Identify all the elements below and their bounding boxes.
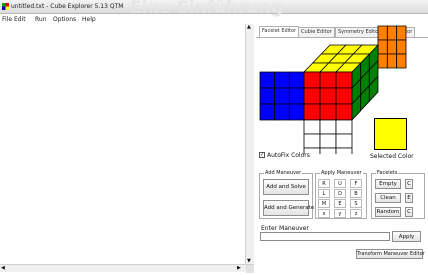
left-facelet[interactable]: [259, 103, 276, 121]
front-facelet[interactable]: [335, 87, 353, 105]
selected-color-label: Selected Color: [370, 153, 414, 160]
menu-bar: File Edit Run Options Help: [0, 14, 250, 24]
back-face-orange[interactable]: [377, 25, 407, 69]
apply-maneuver-group: Apply Maneuver R U F L D B M E S x y z: [315, 170, 367, 219]
move-s-button[interactable]: S: [350, 199, 362, 208]
maneuver-text-editor[interactable]: [0, 24, 246, 264]
add-and-generate-button[interactable]: Add and Generate: [263, 200, 314, 216]
menu-help[interactable]: Help: [82, 16, 96, 23]
down-facelet[interactable]: [319, 119, 337, 135]
facelets-label: Facelets: [376, 170, 399, 176]
front-facelet[interactable]: [303, 71, 321, 89]
move-m-button[interactable]: M: [318, 199, 330, 208]
move-x-button[interactable]: x: [318, 209, 330, 218]
empty-button[interactable]: Empty: [375, 179, 401, 189]
back-facelet[interactable]: [396, 25, 407, 41]
left-facelet[interactable]: [274, 103, 290, 121]
clean-button[interactable]: Clean: [375, 193, 401, 203]
facelet-c-button[interactable]: C: [405, 179, 413, 189]
front-face-red[interactable]: [303, 71, 353, 121]
title-bar: Eine Einführung untitled.txt - Cube Expl…: [0, 0, 428, 18]
move-u-button[interactable]: U: [334, 179, 346, 188]
cube-app-icon: [2, 3, 9, 10]
add-maneuver-label: Add Maneuver: [264, 170, 303, 176]
back-facelet[interactable]: [386, 25, 398, 41]
front-facelet[interactable]: [335, 71, 353, 89]
left-facelet[interactable]: [259, 71, 276, 89]
move-r-button[interactable]: R: [318, 179, 330, 188]
down-facelet[interactable]: [335, 119, 353, 135]
front-facelet[interactable]: [319, 87, 337, 105]
move-l-button[interactable]: L: [318, 189, 330, 198]
move-z-button[interactable]: z: [350, 209, 362, 218]
back-facelet[interactable]: [377, 53, 388, 69]
down-face-white[interactable]: [303, 119, 353, 154]
front-facelet[interactable]: [303, 103, 321, 121]
down-facelet[interactable]: [335, 147, 353, 154]
left-facelet[interactable]: [274, 71, 290, 89]
move-d-button[interactable]: D: [334, 189, 346, 198]
down-facelet[interactable]: [303, 119, 321, 135]
down-facelet[interactable]: [335, 133, 353, 149]
horizontal-scrollbar[interactable]: ◀ ▶: [0, 264, 254, 273]
facelet-editor-panel: Facelet Editor Cubie Editor Symmetry Edi…: [256, 24, 428, 275]
back-facelet[interactable]: [396, 39, 407, 55]
autofix-colors-label: AutoFix Colors: [267, 152, 310, 159]
down-facelet[interactable]: [319, 133, 337, 149]
front-facelet[interactable]: [335, 103, 353, 121]
scroll-left-icon[interactable]: ◀: [1, 265, 5, 271]
left-facelet[interactable]: [288, 103, 305, 121]
apply-maneuver-button[interactable]: Apply: [392, 231, 421, 242]
front-facelet[interactable]: [319, 103, 337, 121]
back-facelet[interactable]: [396, 53, 407, 69]
enter-maneuver-input[interactable]: [260, 232, 390, 241]
left-facelet[interactable]: [288, 71, 305, 89]
back-facelet[interactable]: [377, 39, 388, 55]
back-facelet[interactable]: [386, 39, 398, 55]
left-facelet[interactable]: [274, 87, 290, 105]
facelet-e-button[interactable]: E: [405, 193, 413, 203]
down-facelet[interactable]: [319, 147, 337, 154]
scroll-right-icon[interactable]: ▶: [237, 265, 241, 271]
enter-maneuver-label: Enter Maneuver: [261, 225, 309, 232]
facelet-c2-button[interactable]: C: [405, 207, 413, 217]
move-e-button[interactable]: E: [334, 199, 346, 208]
move-b-button[interactable]: B: [350, 189, 362, 198]
left-facelet[interactable]: [259, 87, 276, 105]
move-f-button[interactable]: F: [350, 179, 362, 188]
scroll-up-icon[interactable]: ▲: [247, 24, 251, 30]
scroll-corner: [246, 265, 254, 273]
facelets-group: Facelets Empty Clean Random C E C: [371, 170, 425, 219]
random-button[interactable]: Random: [375, 207, 401, 217]
down-facelet[interactable]: [303, 133, 321, 149]
add-maneuver-group: Add Maneuver Add and Solve Add and Gener…: [259, 170, 314, 219]
transform-maneuver-editor-button[interactable]: Transform Maneuver Editor: [356, 249, 425, 259]
menu-file[interactable]: File: [2, 16, 12, 23]
move-y-button[interactable]: y: [334, 209, 346, 218]
selected-color-swatch[interactable]: [374, 118, 407, 150]
left-face-blue[interactable]: [259, 71, 305, 121]
apply-maneuver-label: Apply Maneuver: [320, 170, 363, 176]
menu-run[interactable]: Run: [35, 16, 47, 23]
vertical-scrollbar[interactable]: ▲ ▼: [246, 24, 254, 264]
front-facelet[interactable]: [319, 71, 337, 89]
menu-edit[interactable]: Edit: [14, 16, 26, 23]
front-facelet[interactable]: [303, 87, 321, 105]
menu-options[interactable]: Options: [53, 16, 76, 23]
back-facelet[interactable]: [377, 25, 388, 41]
autofix-colors-checkbox[interactable]: ✓: [259, 152, 265, 158]
back-facelet[interactable]: [386, 53, 398, 69]
add-and-solve-button[interactable]: Add and Solve: [263, 179, 309, 195]
window-title: untitled.txt - Cube Explorer 5.13 QTM: [11, 3, 124, 10]
left-facelet[interactable]: [288, 87, 305, 105]
